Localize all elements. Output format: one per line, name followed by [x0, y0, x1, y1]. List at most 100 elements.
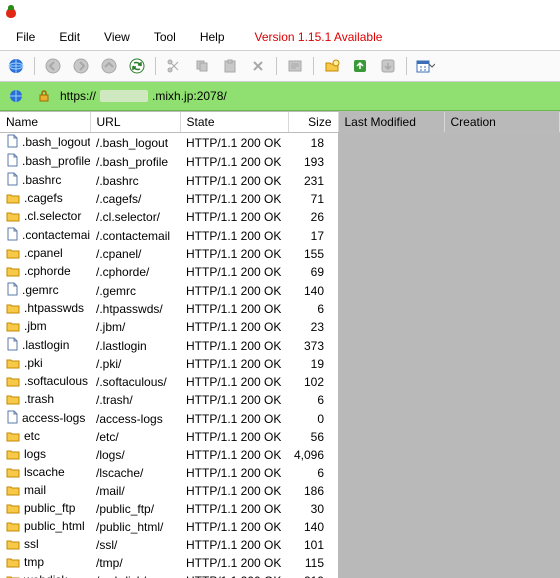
delete-button[interactable] — [246, 54, 270, 78]
cell-name: public_ftp — [0, 500, 90, 518]
table-row[interactable]: .cl.selector/.cl.selector/HTTP/1.1 200 O… — [0, 208, 560, 226]
cut-button[interactable] — [162, 54, 186, 78]
table-row[interactable]: logs/logs/HTTP/1.1 200 OK4,096 — [0, 446, 560, 464]
col-size[interactable]: Size — [288, 112, 338, 133]
cell-name: lscache — [0, 464, 90, 482]
cell-size: 102 — [288, 373, 338, 391]
toolbar-separator — [313, 57, 314, 75]
table-row[interactable]: public_ftp/public_ftp/HTTP/1.1 200 OK30 — [0, 500, 560, 518]
download-button[interactable] — [376, 54, 400, 78]
cell-creation — [444, 554, 560, 572]
cell-url: /.softaculous/ — [90, 373, 180, 391]
table-row[interactable]: access-logs/access-logsHTTP/1.1 200 OK0 — [0, 409, 560, 428]
table-row[interactable]: webdisk/webdisk/HTTP/1.1 200 OK219 — [0, 572, 560, 578]
new-folder-button[interactable] — [320, 54, 344, 78]
table-row[interactable]: .gemrc/.gemrcHTTP/1.1 200 OK140 — [0, 281, 560, 300]
table-row[interactable]: etc/etc/HTTP/1.1 200 OK56 — [0, 428, 560, 446]
folder-icon — [6, 393, 20, 408]
table-row[interactable]: .softaculous/.softaculous/HTTP/1.1 200 O… — [0, 373, 560, 391]
properties-button[interactable] — [283, 54, 307, 78]
go-button[interactable] — [4, 84, 28, 108]
chevron-down-icon — [429, 63, 435, 69]
paste-icon — [222, 58, 238, 74]
menu-view[interactable]: View — [94, 27, 140, 47]
table-row[interactable]: .bash_profile/.bash_profileHTTP/1.1 200 … — [0, 152, 560, 171]
cell-last-modified — [338, 318, 444, 336]
cell-state: HTTP/1.1 200 OK — [180, 263, 288, 281]
cell-state: HTTP/1.1 200 OK — [180, 572, 288, 578]
cell-url: /tmp/ — [90, 554, 180, 572]
menu-help[interactable]: Help — [190, 27, 235, 47]
cell-size: 101 — [288, 536, 338, 554]
cell-name: public_html — [0, 518, 90, 536]
folder-icon — [6, 502, 20, 517]
back-button[interactable] — [41, 54, 65, 78]
table-row[interactable]: .contactemail/.contactemailHTTP/1.1 200 … — [0, 226, 560, 245]
col-name[interactable]: Name — [0, 112, 90, 133]
table-row[interactable]: .htpasswds/.htpasswds/HTTP/1.1 200 OK6 — [0, 300, 560, 318]
cell-creation — [444, 409, 560, 428]
table-row[interactable]: .jbm/.jbm/HTTP/1.1 200 OK23 — [0, 318, 560, 336]
cell-last-modified — [338, 171, 444, 190]
cell-state: HTTP/1.1 200 OK — [180, 391, 288, 409]
file-icon — [6, 410, 18, 427]
folder-icon — [6, 265, 20, 280]
menu-edit[interactable]: Edit — [49, 27, 90, 47]
globe-button[interactable] — [4, 54, 28, 78]
cell-url: /.cagefs/ — [90, 190, 180, 208]
cell-creation — [444, 500, 560, 518]
cell-state: HTTP/1.1 200 OK — [180, 554, 288, 572]
cell-last-modified — [338, 336, 444, 355]
cell-last-modified — [338, 300, 444, 318]
table-row[interactable]: lscache/lscache/HTTP/1.1 200 OK6 — [0, 464, 560, 482]
table-row[interactable]: public_html/public_html/HTTP/1.1 200 OK1… — [0, 518, 560, 536]
paste-button[interactable] — [218, 54, 242, 78]
refresh-button[interactable] — [125, 54, 149, 78]
up-button[interactable] — [97, 54, 121, 78]
col-url[interactable]: URL — [90, 112, 180, 133]
col-creation[interactable]: Creation — [444, 112, 560, 133]
cell-size: 56 — [288, 428, 338, 446]
cell-url: /public_html/ — [90, 518, 180, 536]
col-last-modified[interactable]: Last Modified — [338, 112, 444, 133]
file-listing[interactable]: Name URL State Size Last Modified Creati… — [0, 111, 560, 578]
toolbar-separator — [34, 57, 35, 75]
file-icon — [6, 282, 18, 299]
upload-button[interactable] — [348, 54, 372, 78]
folder-icon — [6, 538, 20, 553]
cell-size: 71 — [288, 190, 338, 208]
cell-creation — [444, 336, 560, 355]
cell-state: HTTP/1.1 200 OK — [180, 446, 288, 464]
address-input[interactable]: https://.mixh.jp:2078/ — [60, 89, 556, 103]
table-row[interactable]: .cphorde/.cphorde/HTTP/1.1 200 OK69 — [0, 263, 560, 281]
file-table: Name URL State Size Last Modified Creati… — [0, 112, 560, 578]
table-row[interactable]: .bashrc/.bashrcHTTP/1.1 200 OK231 — [0, 171, 560, 190]
calendar-button[interactable] — [413, 54, 437, 78]
globe-go-icon — [9, 89, 23, 103]
table-row[interactable]: .pki/.pki/HTTP/1.1 200 OK19 — [0, 355, 560, 373]
menu-file[interactable]: File — [6, 27, 45, 47]
table-row[interactable]: .trash/.trash/HTTP/1.1 200 OK6 — [0, 391, 560, 409]
cell-last-modified — [338, 500, 444, 518]
lock-button[interactable] — [32, 84, 56, 108]
table-row[interactable]: .cpanel/.cpanel/HTTP/1.1 200 OK155 — [0, 245, 560, 263]
col-state[interactable]: State — [180, 112, 288, 133]
cell-size: 140 — [288, 518, 338, 536]
table-row[interactable]: .cagefs/.cagefs/HTTP/1.1 200 OK71 — [0, 190, 560, 208]
cell-url: /.cl.selector/ — [90, 208, 180, 226]
cell-last-modified — [338, 464, 444, 482]
table-row[interactable]: ssl/ssl/HTTP/1.1 200 OK101 — [0, 536, 560, 554]
scissors-icon — [166, 58, 182, 74]
forward-button[interactable] — [69, 54, 93, 78]
toolbar — [0, 51, 560, 82]
table-row[interactable]: mail/mail/HTTP/1.1 200 OK186 — [0, 482, 560, 500]
table-row[interactable]: .bash_logout/.bash_logoutHTTP/1.1 200 OK… — [0, 133, 560, 153]
cell-name: .jbm — [0, 318, 90, 336]
copy-icon — [194, 58, 210, 74]
menu-tool[interactable]: Tool — [144, 27, 186, 47]
table-row[interactable]: tmp/tmp/HTTP/1.1 200 OK115 — [0, 554, 560, 572]
version-notice[interactable]: Version 1.15.1 Available — [245, 27, 393, 47]
copy-button[interactable] — [190, 54, 214, 78]
cell-last-modified — [338, 208, 444, 226]
table-row[interactable]: .lastlogin/.lastloginHTTP/1.1 200 OK373 — [0, 336, 560, 355]
